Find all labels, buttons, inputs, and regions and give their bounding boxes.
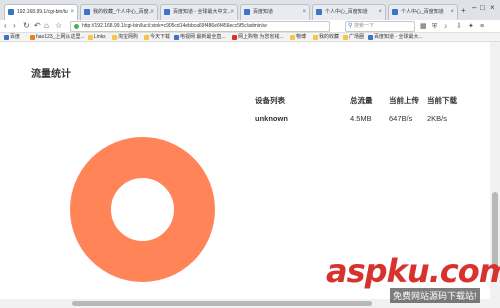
menu-icon[interactable]: ≡ [480, 22, 484, 31]
tab-baidu-zhidao[interactable]: 百度知道 × [240, 4, 310, 20]
folder-icon [88, 35, 93, 40]
undo-icon[interactable]: ↶ [34, 21, 41, 31]
tv-icon [174, 35, 179, 40]
bookmark-item[interactable]: 今天下载 [144, 33, 170, 42]
bookmarks-bar: 百度 hao123_上网从这里... Links 淘宝网购 今天下载 电视网 最… [0, 33, 500, 42]
folder-icon [313, 35, 318, 40]
bookmark-label: 网上购物 为您省钱... [238, 34, 284, 40]
bookmark-label: 百度 [10, 34, 21, 40]
bookmark-item[interactable]: 百度知道 - 全球最大... [368, 33, 423, 42]
hao123-icon [30, 35, 35, 40]
browser-tab-strip: 192.168.99.1/cgi-bin/lu × 我的收藏_个人中心_百度..… [0, 0, 500, 20]
close-icon[interactable]: × [378, 5, 382, 19]
donut-ring [70, 137, 215, 282]
bookmark-item[interactable]: 网上购物 为您省钱... [232, 33, 284, 42]
page-icon [316, 9, 322, 15]
tab-title: 百度知道 - 全球最大中文... [173, 9, 232, 15]
tab-personal-center[interactable]: 个人中心_百度知道 × [312, 4, 386, 20]
address-input[interactable]: http://192.168.99.1/cgi-bin/luci/;stok=c… [70, 21, 330, 32]
page-icon [84, 9, 90, 15]
bookmark-item[interactable]: Links [88, 33, 106, 42]
device-name-cell: unknown [255, 114, 288, 123]
grid-icon[interactable]: ▦ [420, 22, 427, 31]
shopping-icon [232, 35, 237, 40]
baidu-icon [4, 35, 9, 40]
close-icon[interactable]: × [70, 5, 74, 19]
back-icon[interactable]: ‹ [4, 21, 7, 31]
tab-title: 个人中心_百度知道 [325, 9, 368, 15]
close-icon[interactable]: × [150, 5, 154, 19]
new-tab-button[interactable]: + [461, 7, 466, 15]
navigation-bar: ‹ › ↻ ↶ ⌂ ☆ http://192.168.99.1/cgi-bin/… [0, 20, 500, 33]
total-traffic-cell: 4.5MB [350, 114, 372, 123]
bookmark-item[interactable]: hao123_上网从这里... [30, 33, 85, 42]
page-title: 流量统计 [31, 69, 71, 80]
baidu-icon [368, 35, 373, 40]
minimize-icon[interactable]: – [472, 3, 476, 12]
folder-icon [112, 35, 117, 40]
bookmark-label: hao123_上网从这里... [36, 34, 85, 40]
page-icon [392, 9, 398, 15]
page-icon [8, 9, 14, 15]
reload-icon[interactable]: ↻ [23, 21, 30, 31]
search-input[interactable]: ⚲ 搜索一下 [345, 21, 415, 32]
shield-icon[interactable]: ⛨ [432, 22, 437, 31]
folder-icon [144, 35, 149, 40]
address-text: http://192.168.99.1/cgi-bin/luci/;stok=c… [82, 23, 267, 29]
home-icon[interactable]: ⌂ [44, 21, 49, 31]
volume-icon[interactable]: ♪ [444, 22, 448, 31]
tab-personal-center-2[interactable]: 个人中心_百度知道 × [388, 4, 458, 20]
search-placeholder: 搜索一下 [354, 23, 375, 29]
tab-title: 百度知道 [253, 9, 274, 15]
tab-router-admin[interactable]: 192.168.99.1/cgi-bin/lu × [4, 4, 78, 20]
bookmark-item[interactable]: 百度 [4, 33, 20, 42]
close-icon[interactable]: × [230, 5, 234, 19]
watermark-logo: aspku.com [326, 252, 500, 290]
close-icon[interactable]: × [450, 5, 454, 19]
column-header-download: 当前下载 [427, 96, 457, 105]
extensions-icon[interactable]: ✦ [468, 22, 474, 31]
tab-title: 我的收藏_个人中心_百度... [93, 9, 153, 15]
download-rate-cell: 2KB/s [427, 114, 448, 123]
bookmark-item[interactable]: 广场圈 [343, 33, 364, 42]
folder-icon [343, 35, 348, 40]
bookmark-label: 我的收藏 [319, 34, 340, 40]
close-icon[interactable]: × [302, 5, 306, 19]
tab-title: 个人中心_百度知道 [401, 9, 444, 15]
bookmark-label: 广场圈 [349, 34, 365, 40]
tab-title: 192.168.99.1/cgi-bin/lu [17, 9, 68, 15]
bookmark-item[interactable]: 电视网 最新最全直... [174, 33, 226, 42]
folder-icon [290, 35, 295, 40]
column-header-devices: 设备列表 [255, 96, 285, 105]
page-icon [244, 9, 250, 15]
bookmark-item[interactable]: 我的收藏 [313, 33, 339, 42]
bookmark-item[interactable]: 淘宝网购 [112, 33, 138, 42]
bookmark-label: 百度知道 - 全球最大... [374, 34, 423, 40]
watermark-subtitle: 免费网站源码下载站! [390, 288, 480, 303]
bookmark-label: 物博 [296, 34, 307, 40]
maximize-icon[interactable]: □ [480, 3, 485, 12]
search-icon: ⚲ [348, 23, 353, 29]
star-icon[interactable]: ☆ [55, 21, 62, 31]
forward-icon[interactable]: › [13, 21, 16, 31]
bookmark-item[interactable]: 物博 [290, 33, 306, 42]
tab-baidu-zhidao-global[interactable]: 百度知道 - 全球最大中文... × [160, 4, 238, 20]
bookmark-label: 今天下载 [150, 34, 171, 40]
tab-favorites[interactable]: 我的收藏_个人中心_百度... × [80, 4, 158, 20]
column-header-upload: 当前上传 [389, 96, 419, 105]
download-icon[interactable]: ⇩ [456, 22, 462, 31]
upload-rate-cell: 647B/s [389, 114, 413, 123]
site-info-icon [74, 24, 79, 29]
traffic-donut-chart [70, 137, 215, 282]
watermark: aspku.com 免费网站源码下载站! [322, 250, 500, 308]
page-icon [164, 9, 170, 15]
close-window-icon[interactable]: × [490, 3, 495, 12]
column-header-total: 总流量 [350, 96, 373, 105]
bookmark-label: Links [94, 34, 106, 40]
bookmark-label: 淘宝网购 [118, 34, 139, 40]
bookmark-label: 电视网 最新最全直... [180, 34, 226, 40]
